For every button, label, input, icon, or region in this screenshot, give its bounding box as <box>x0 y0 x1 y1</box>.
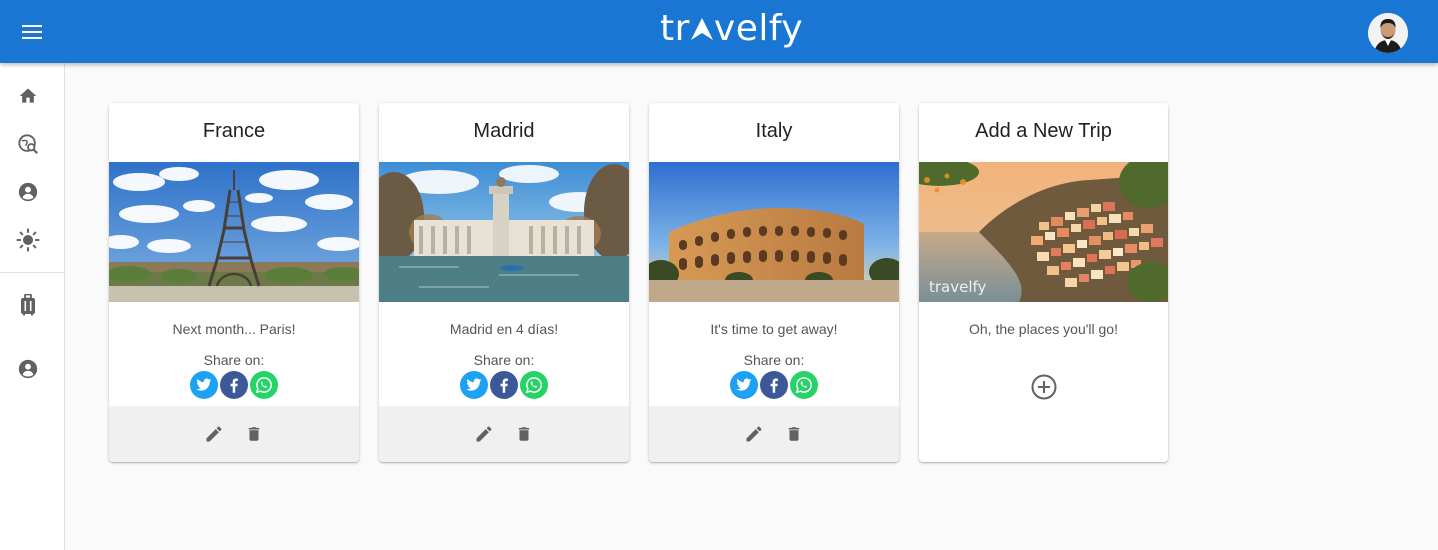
whatsapp-share-button[interactable] <box>250 371 278 399</box>
card-actions <box>379 406 629 462</box>
delete-button[interactable] <box>512 422 536 446</box>
facebook-icon <box>230 377 238 393</box>
twitter-icon <box>196 378 212 391</box>
whatsapp-icon <box>795 377 812 394</box>
user-avatar[interactable] <box>1368 13 1408 53</box>
sidebar <box>0 63 65 550</box>
sidebar-divider <box>0 272 64 273</box>
travel-explore-icon <box>18 134 38 154</box>
sidebar-item-profile[interactable] <box>16 357 40 381</box>
sidebar-item-home[interactable] <box>16 84 40 108</box>
whatsapp-icon <box>525 377 542 394</box>
edit-icon <box>206 426 222 442</box>
luggage-icon <box>21 294 35 316</box>
facebook-share-button[interactable] <box>220 371 248 399</box>
whatsapp-share-button[interactable] <box>520 371 548 399</box>
twitter-share-button[interactable] <box>190 371 218 399</box>
edit-icon <box>476 426 492 442</box>
card-actions <box>109 406 359 462</box>
card-title: Add a New Trip <box>975 120 1112 142</box>
card-title: Madrid <box>473 120 535 142</box>
share-buttons <box>109 371 359 399</box>
card-description: Next month... Paris! <box>172 321 296 337</box>
delete-button[interactable] <box>242 422 266 446</box>
delete-icon <box>518 427 530 441</box>
france-image <box>109 162 359 302</box>
share-label: Share on: <box>473 352 535 368</box>
edit-button[interactable] <box>202 422 226 446</box>
app-logo[interactable]: tr velfy <box>660 8 803 49</box>
home-icon <box>19 88 37 103</box>
app-bar: tr velfy <box>0 0 1438 63</box>
coast-image: travelfy <box>919 162 1168 302</box>
delete-button[interactable] <box>782 422 806 446</box>
twitter-share-button[interactable] <box>460 371 488 399</box>
sidebar-item-theme[interactable] <box>16 228 40 252</box>
facebook-share-button[interactable] <box>760 371 788 399</box>
sidebar-item-trips[interactable] <box>16 293 40 317</box>
card-title: Italy <box>755 120 793 142</box>
card-description: Madrid en 4 días! <box>449 321 559 337</box>
whatsapp-icon <box>255 377 272 394</box>
twitter-icon <box>736 378 752 391</box>
share-buttons <box>379 371 629 399</box>
edit-button[interactable] <box>472 422 496 446</box>
card-actions <box>649 406 899 462</box>
image-watermark: travelfy <box>929 278 987 296</box>
add-trip-button[interactable] <box>1030 373 1058 401</box>
madrid-image <box>379 162 629 302</box>
facebook-icon <box>770 377 778 393</box>
logo-plane-icon <box>690 10 714 40</box>
facebook-share-button[interactable] <box>490 371 518 399</box>
facebook-icon <box>500 377 508 393</box>
menu-icon <box>22 25 42 39</box>
card-title: France <box>202 120 266 142</box>
account-circle-icon <box>18 182 38 202</box>
sidebar-item-explore[interactable] <box>16 132 40 156</box>
logo-text-right: velfy <box>713 8 804 49</box>
trip-card-madrid: Madrid Madrid en 4 días! Share on: <box>379 103 629 462</box>
edit-icon <box>746 426 762 442</box>
twitter-icon <box>466 378 482 391</box>
italy-image <box>649 162 899 302</box>
twitter-share-button[interactable] <box>730 371 758 399</box>
edit-button[interactable] <box>742 422 766 446</box>
share-label: Share on: <box>203 352 265 368</box>
account-circle-icon <box>18 359 38 379</box>
trip-card-italy: Italy It's time to get away! Share on: <box>649 103 899 462</box>
add-circle-icon <box>1031 374 1057 400</box>
share-label: Share on: <box>743 352 805 368</box>
logo-text-left: tr <box>660 8 690 49</box>
sidebar-item-account[interactable] <box>16 180 40 204</box>
delete-icon <box>248 427 260 441</box>
card-description: It's time to get away! <box>710 321 838 337</box>
share-buttons <box>649 371 899 399</box>
trip-card-france: France Next month... Paris! Share on: <box>109 103 359 462</box>
delete-icon <box>788 427 800 441</box>
add-trip-card[interactable]: Add a New Trip travelfy Oh, the places y… <box>919 103 1168 462</box>
menu-button[interactable] <box>12 12 52 52</box>
sun-icon <box>16 228 40 252</box>
card-description: Oh, the places you'll go! <box>969 321 1118 337</box>
whatsapp-share-button[interactable] <box>790 371 818 399</box>
